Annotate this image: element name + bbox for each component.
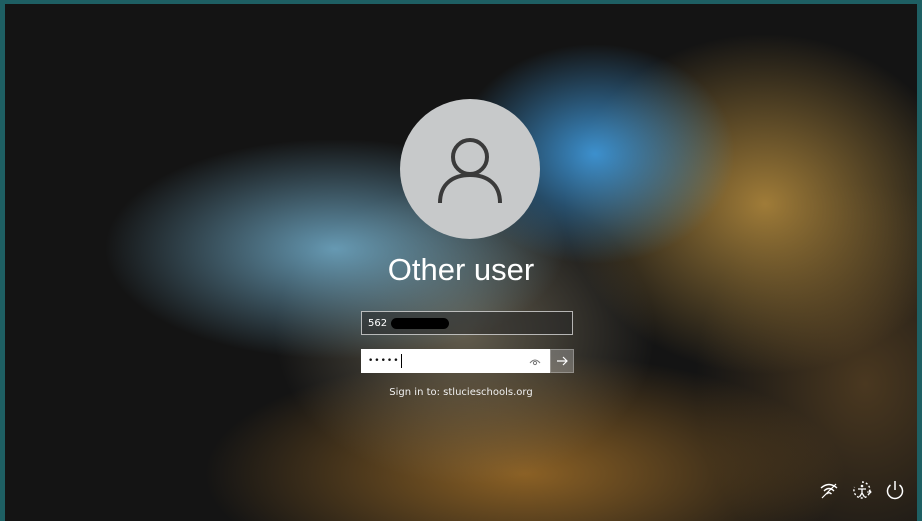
arrow-right-icon <box>557 356 568 366</box>
wifi-icon <box>820 483 838 499</box>
user-icon <box>438 138 502 204</box>
power-icon <box>886 481 904 500</box>
eye-icon[interactable] <box>529 356 541 368</box>
text-caret <box>400 354 402 368</box>
ease-of-access-button[interactable] <box>850 478 874 502</box>
password-field[interactable]: ••••• <box>361 349 550 373</box>
password-mask: ••••• <box>368 356 400 366</box>
submit-button[interactable] <box>550 349 574 373</box>
lock-screen: Other user 562 ••••• Sign in to: stlucie… <box>5 4 917 521</box>
user-name-title: Other user <box>387 252 535 287</box>
redacted-block <box>391 317 450 329</box>
username-value: 562 <box>368 317 388 329</box>
power-button[interactable] <box>883 478 907 502</box>
user-avatar <box>400 99 540 239</box>
ease-of-access-icon <box>853 481 872 499</box>
network-button[interactable] <box>817 478 841 502</box>
username-field[interactable]: 562 <box>361 311 573 335</box>
sign-in-domain-text: Sign in to: stlucieschools.org <box>389 387 533 398</box>
